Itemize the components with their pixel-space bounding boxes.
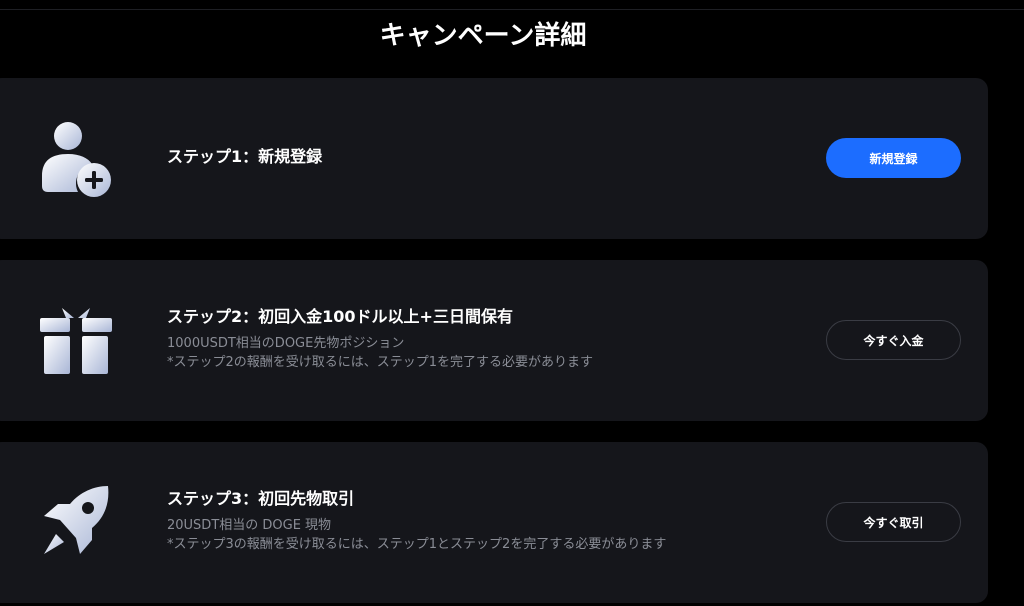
top-divider [0, 9, 1024, 10]
register-button[interactable]: 新規登録 [826, 138, 961, 178]
gift-icon [36, 300, 116, 380]
step-title: ステップ3：初回先物取引 [167, 489, 355, 508]
step-text: ステップ2：初回入金100ドル以上+三日間保有 1000USDT相当のDOGE先… [167, 305, 593, 372]
campaign-page: キャンペーン詳細 ステップ1：新規登録 新規登録 ステップ2：初回入金100ドル… [0, 0, 1024, 606]
deposit-now-button[interactable]: 今すぐ入金 [826, 320, 961, 360]
trade-now-button[interactable]: 今すぐ取引 [826, 502, 961, 542]
step-text: ステップ1：新規登録 [167, 145, 322, 169]
step-card-2: ステップ2：初回入金100ドル以上+三日間保有 1000USDT相当のDOGE先… [0, 260, 988, 421]
step-title: ステップ2：初回入金100ドル以上+三日間保有 [167, 307, 513, 326]
step-card-1: ステップ1：新規登録 新規登録 [0, 78, 988, 239]
page-title: キャンペーン詳細 [379, 21, 587, 51]
step-reward: 1000USDT相当のDOGE先物ポジション [167, 336, 405, 351]
step-title: ステップ1：新規登録 [167, 147, 323, 166]
rocket-icon [36, 482, 116, 562]
step-card-3: ステップ3：初回先物取引 20USDT相当の DOGE 現物 *ステップ3の報酬… [0, 442, 988, 603]
step-condition: *ステップ2の報酬を受け取るには、ステップ1を完了する必要があります [167, 355, 594, 370]
user-add-icon [36, 118, 116, 198]
step-reward: 20USDT相当の DOGE 現物 [167, 518, 332, 533]
step-text: ステップ3：初回先物取引 20USDT相当の DOGE 現物 *ステップ3の報酬… [167, 487, 666, 554]
step-condition: *ステップ3の報酬を受け取るには、ステップ1とステップ2を完了する必要があります [167, 537, 667, 552]
